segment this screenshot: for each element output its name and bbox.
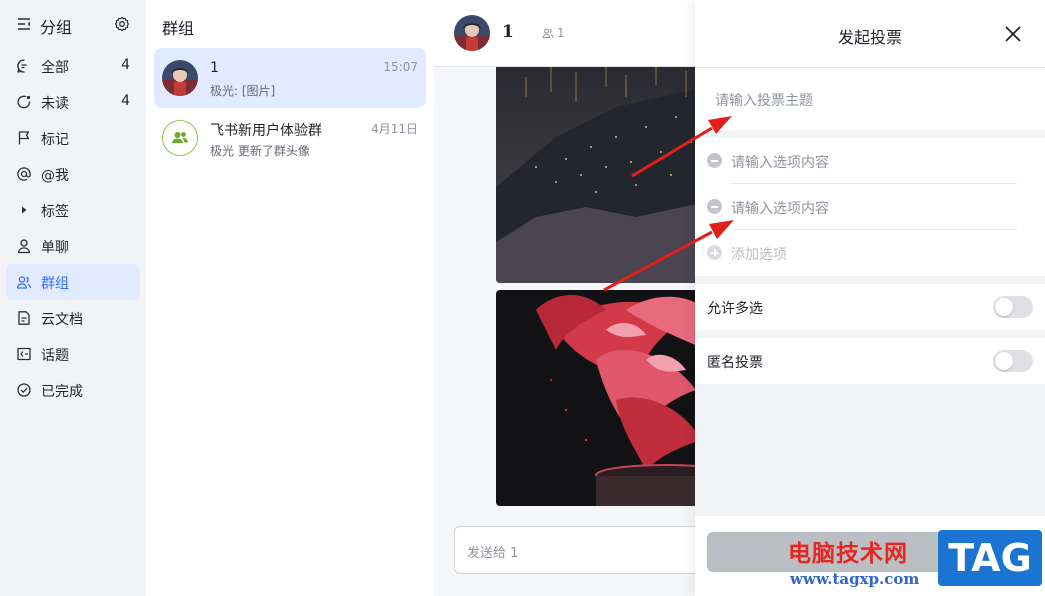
sidebar-item-direct[interactable]: 单聊 bbox=[6, 228, 140, 264]
image-message[interactable] bbox=[496, 290, 706, 506]
sidebar-item-groups[interactable]: 群组 bbox=[6, 264, 140, 300]
person-icon bbox=[17, 239, 31, 254]
at-icon bbox=[17, 167, 31, 181]
gear-icon[interactable] bbox=[114, 16, 130, 32]
conversation-item[interactable]: 1 15:07 极光: [图片] bbox=[154, 48, 426, 108]
poll-option-input[interactable]: 请输入选项内容 bbox=[731, 152, 829, 172]
watermark-url: www.tagxp.com bbox=[790, 570, 920, 588]
sidebar-header: 分组 bbox=[0, 8, 146, 40]
poll-panel: 发起投票 请输入投票主题 请输入选项内容 请输入选项内容 添加选项 允许多选 匿… bbox=[695, 0, 1045, 596]
sidebar-item-docs[interactable]: 云文档 bbox=[6, 300, 140, 336]
add-option-icon bbox=[707, 245, 722, 260]
image-message[interactable] bbox=[496, 67, 706, 283]
sidebar-item-count: 4 bbox=[121, 57, 130, 73]
poll-topic-input[interactable]: 请输入投票主题 bbox=[695, 68, 1045, 130]
list-title: 群组 bbox=[162, 19, 195, 38]
allow-multiple-label: 允许多选 bbox=[707, 301, 763, 317]
poll-topic-placeholder: 请输入投票主题 bbox=[715, 93, 813, 109]
add-option-label: 添加选项 bbox=[731, 247, 787, 263]
toggle-knob bbox=[995, 352, 1013, 370]
conversation-preview: 极光: [图片] bbox=[210, 84, 276, 98]
sidebar-item-label: 标记 bbox=[41, 132, 69, 148]
sidebar-item-tags[interactable]: 标签 bbox=[6, 192, 140, 228]
poll-header: 发起投票 bbox=[695, 0, 1045, 68]
sidebar-item-all[interactable]: 全部 4 bbox=[6, 48, 140, 84]
sidebar-item-label: 话题 bbox=[41, 348, 69, 364]
chat-bubble-icon bbox=[17, 59, 27, 73]
member-count[interactable]: 1 bbox=[542, 26, 565, 40]
anonymous-row: 匿名投票 bbox=[695, 338, 1045, 384]
group-avatar-icon bbox=[162, 120, 198, 156]
sidebar: 分组 全部 4 未读 4 标记 @我 标签 单聊 群组 云文档 话题 已完成 bbox=[0, 0, 146, 596]
sidebar-item-label: 云文档 bbox=[41, 312, 83, 328]
conversation-name: 飞书新用户体验群 bbox=[210, 123, 322, 139]
close-icon[interactable] bbox=[1003, 24, 1023, 44]
caret-right-icon bbox=[22, 206, 27, 214]
toggle-knob bbox=[995, 298, 1013, 316]
member-count-value: 1 bbox=[557, 26, 565, 40]
sidebar-item-flagged[interactable]: 标记 bbox=[6, 120, 140, 156]
sidebar-title: 分组 bbox=[40, 18, 73, 37]
check-circle-icon bbox=[17, 383, 31, 397]
avatar bbox=[162, 60, 198, 96]
avatar[interactable] bbox=[454, 15, 490, 51]
poll-options: 请输入选项内容 请输入选项内容 添加选项 bbox=[695, 138, 1045, 276]
collapse-menu-icon[interactable] bbox=[16, 16, 32, 32]
sidebar-item-count: 4 bbox=[121, 93, 130, 109]
document-icon bbox=[18, 311, 30, 325]
sidebar-item-label: 全部 bbox=[41, 60, 69, 76]
sidebar-item-label: @我 bbox=[41, 168, 69, 184]
conversation-time: 4月11日 bbox=[371, 122, 418, 136]
message-input-placeholder: 发送给 1 bbox=[467, 546, 519, 561]
sidebar-item-unread[interactable]: 未读 4 bbox=[6, 84, 140, 120]
allow-multiple-toggle[interactable] bbox=[993, 296, 1033, 318]
poll-option-row: 请输入选项内容 bbox=[695, 138, 1045, 184]
conversation-preview: 极光 更新了群头像 bbox=[210, 144, 310, 158]
sidebar-item-topics[interactable]: 话题 bbox=[6, 336, 140, 372]
topic-icon bbox=[17, 347, 31, 361]
conversation-name: 1 bbox=[210, 60, 219, 76]
sidebar-item-label: 单聊 bbox=[41, 240, 69, 256]
chat-title[interactable]: 1 bbox=[502, 22, 514, 42]
sidebar-item-label: 未读 bbox=[41, 96, 69, 112]
remove-option-icon[interactable] bbox=[707, 199, 722, 214]
remove-option-icon[interactable] bbox=[707, 153, 722, 168]
conversation-time: 15:07 bbox=[383, 60, 418, 74]
sidebar-item-label: 标签 bbox=[41, 204, 69, 220]
sidebar-item-done[interactable]: 已完成 bbox=[6, 372, 140, 408]
poll-option-input[interactable]: 请输入选项内容 bbox=[731, 198, 829, 218]
flag-icon bbox=[18, 131, 30, 145]
add-option-button[interactable]: 添加选项 bbox=[695, 230, 1045, 276]
conversation-list: 群组 1 15:07 极光: [图片] 飞书新用户体验群 4月11日 极光 更新… bbox=[146, 0, 434, 596]
group-icon bbox=[16, 276, 32, 289]
members-icon bbox=[542, 28, 554, 39]
poll-option-row: 请输入选项内容 bbox=[695, 184, 1045, 230]
unread-circle-icon bbox=[17, 95, 31, 109]
poll-title: 发起投票 bbox=[837, 28, 902, 47]
sidebar-item-label: 已完成 bbox=[41, 384, 83, 400]
sidebar-list: 全部 4 未读 4 标记 @我 标签 单聊 群组 云文档 话题 已完成 bbox=[6, 48, 140, 408]
anonymous-toggle[interactable] bbox=[993, 350, 1033, 372]
watermark-tag: TAG bbox=[948, 536, 1032, 580]
conversation-item[interactable]: 飞书新用户体验群 4月11日 极光 更新了群头像 bbox=[154, 108, 426, 168]
watermark-text: 电脑技术网 bbox=[788, 541, 908, 567]
anonymous-label: 匿名投票 bbox=[707, 355, 763, 371]
watermark-logo: TAG bbox=[938, 530, 1042, 586]
sidebar-item-label: 群组 bbox=[41, 276, 69, 292]
allow-multiple-row: 允许多选 bbox=[695, 284, 1045, 330]
sidebar-item-mentions[interactable]: @我 bbox=[6, 156, 140, 192]
